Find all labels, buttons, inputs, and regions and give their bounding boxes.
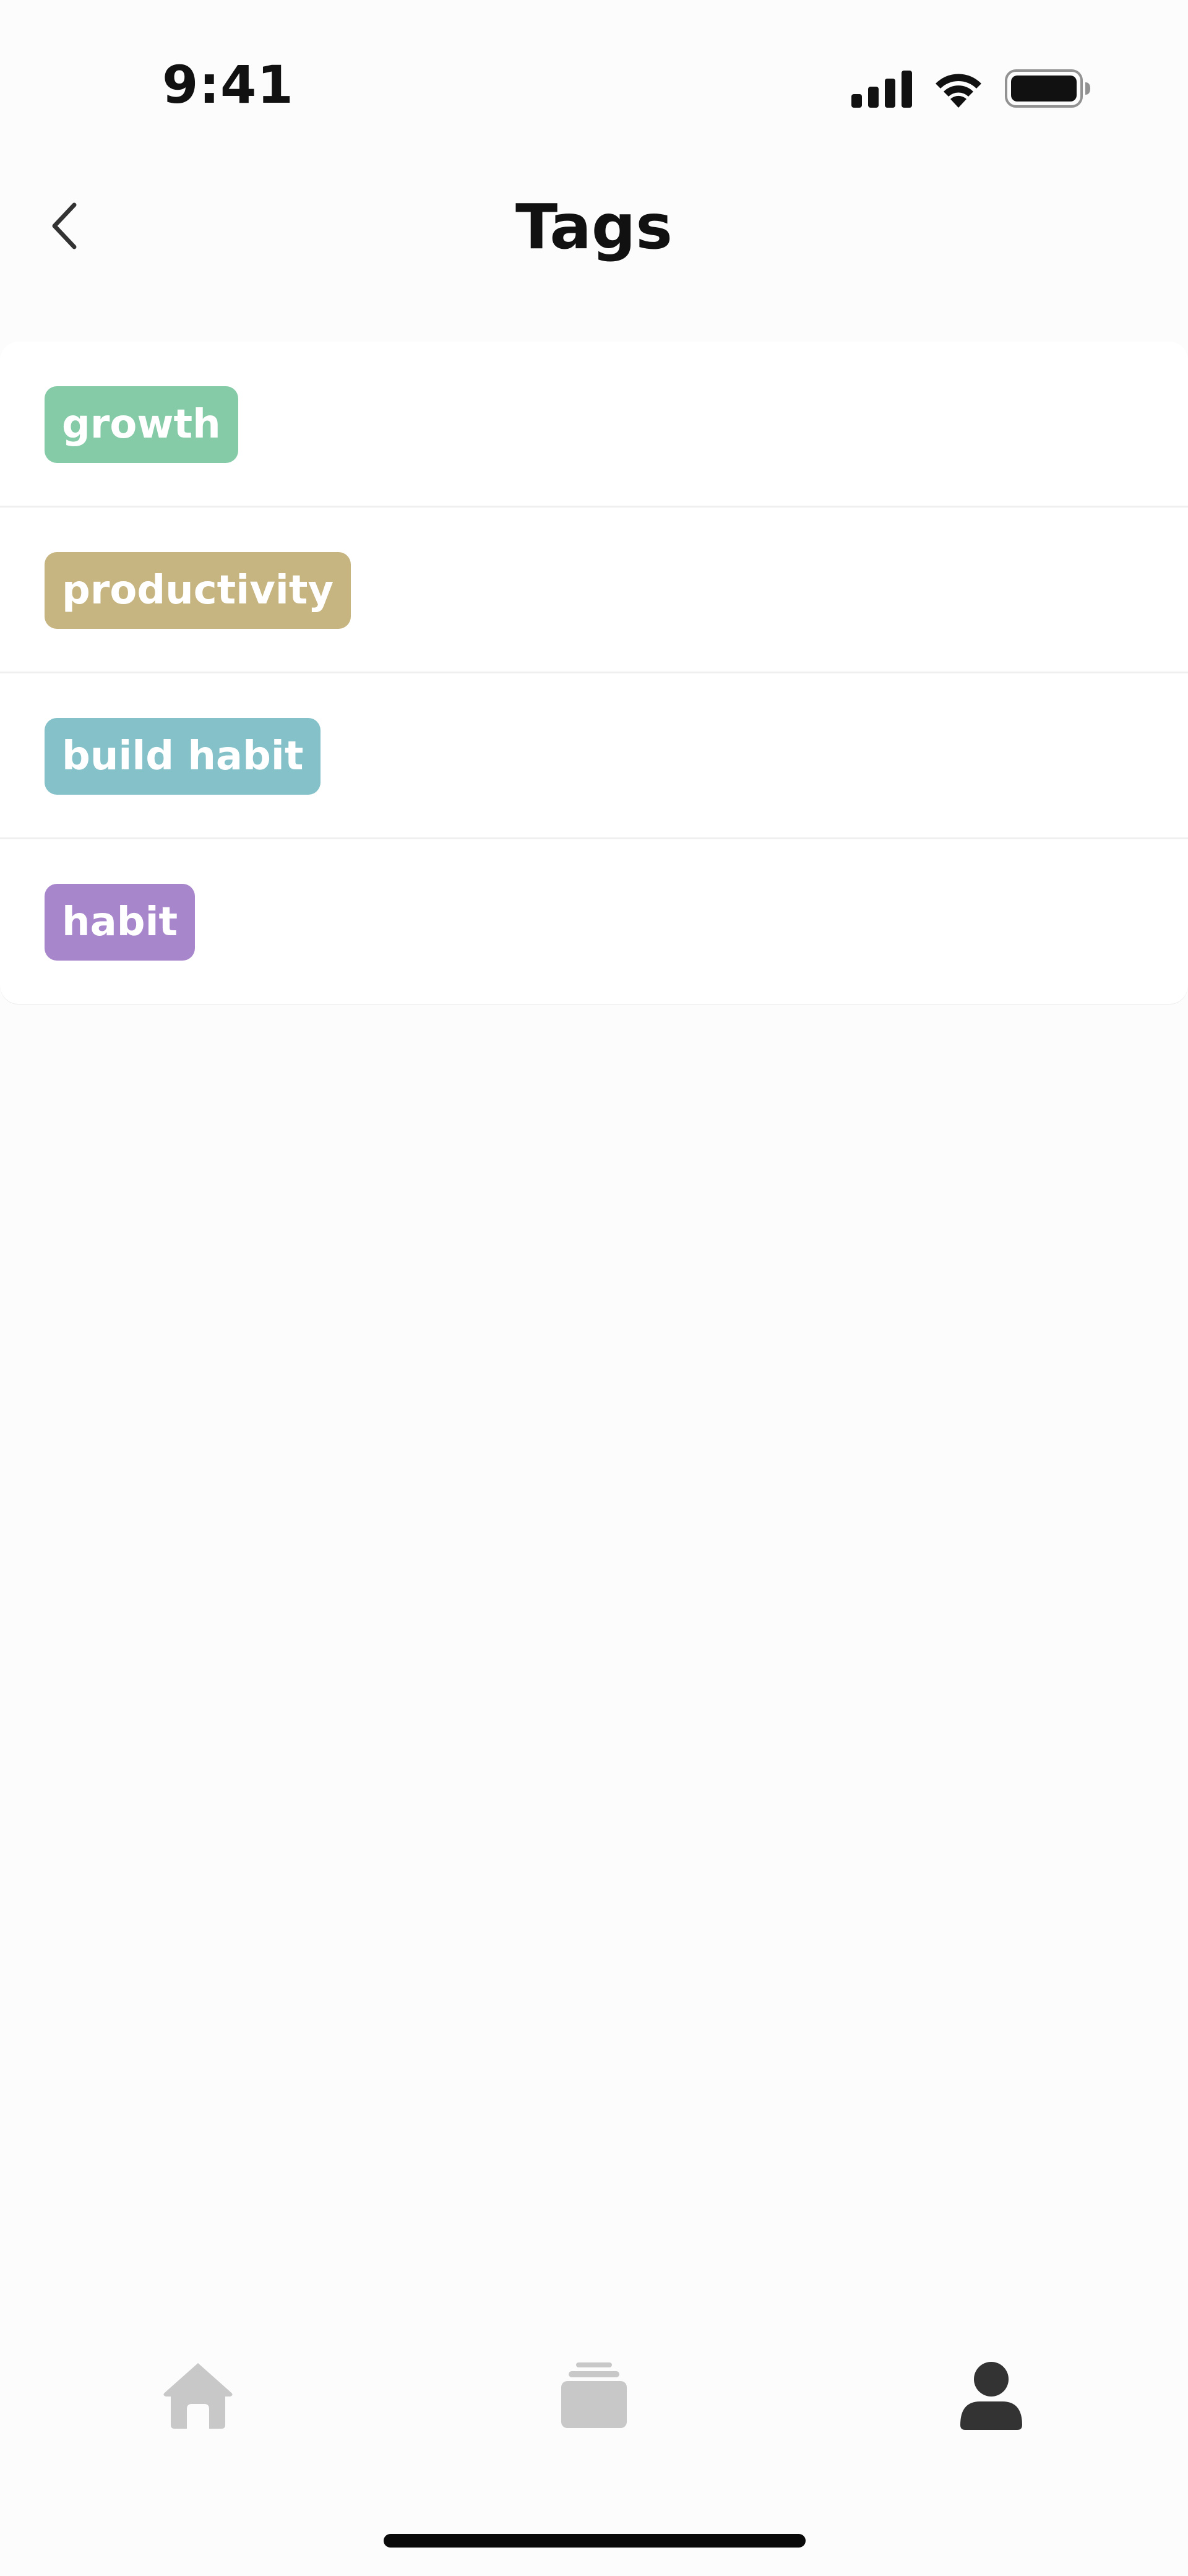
tag-row-growth[interactable]: growth bbox=[0, 342, 1188, 508]
tab-cards[interactable] bbox=[544, 2346, 644, 2445]
person-icon bbox=[960, 2362, 1022, 2430]
cellular-signal-icon bbox=[851, 71, 912, 108]
tag-chip: productivity bbox=[45, 552, 351, 629]
nav-header: Tags bbox=[0, 161, 1188, 297]
tag-chip: growth bbox=[45, 386, 238, 463]
status-icons bbox=[851, 66, 1093, 110]
status-time: 9:41 bbox=[162, 54, 294, 115]
tag-chip: build habit bbox=[45, 718, 321, 795]
battery-icon bbox=[1005, 69, 1090, 108]
tab-home[interactable] bbox=[148, 2346, 248, 2445]
cards-stack-icon bbox=[561, 2362, 627, 2428]
tab-bar bbox=[0, 2327, 1188, 2476]
tag-row-habit[interactable]: habit bbox=[0, 839, 1188, 1005]
wifi-icon bbox=[936, 74, 981, 108]
home-indicator bbox=[384, 2534, 806, 2548]
home-icon bbox=[163, 2363, 233, 2429]
tag-list: growth productivity build habit habit bbox=[0, 342, 1188, 1004]
tag-row-build-habit[interactable]: build habit bbox=[0, 673, 1188, 839]
tag-row-productivity[interactable]: productivity bbox=[0, 508, 1188, 673]
tag-chip: habit bbox=[45, 884, 196, 961]
page-title: Tags bbox=[515, 191, 673, 263]
status-bar: 9:41 bbox=[0, 0, 1188, 161]
tab-profile[interactable] bbox=[942, 2346, 1041, 2445]
